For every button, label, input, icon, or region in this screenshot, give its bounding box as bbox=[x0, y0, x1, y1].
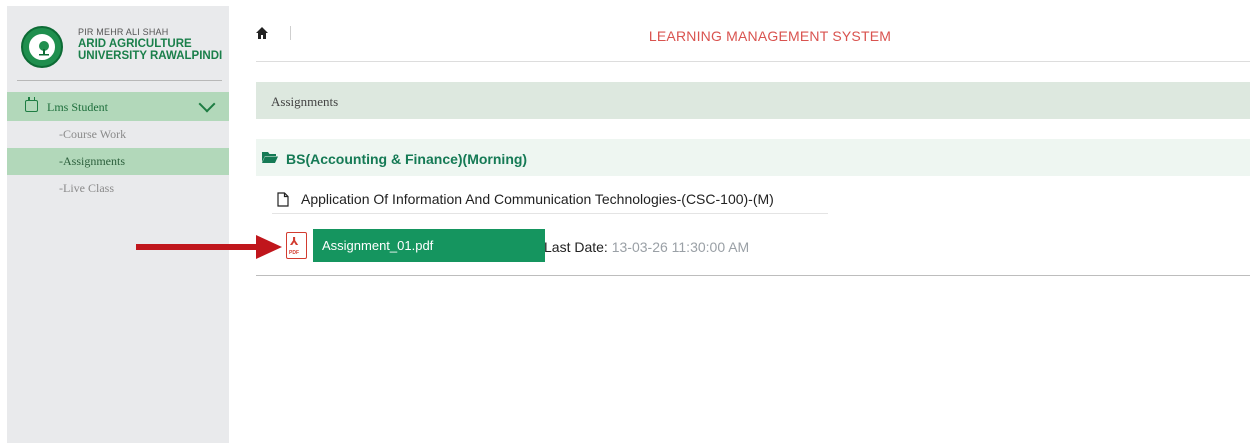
pdf-icon[interactable]: ⅄ PDF bbox=[286, 232, 307, 259]
calendar-icon bbox=[25, 97, 38, 112]
university-logo-icon bbox=[21, 26, 63, 68]
sidebar-item-label: -Live Class bbox=[59, 181, 114, 195]
course-item[interactable]: Application Of Information And Communica… bbox=[272, 187, 828, 214]
brand-divider bbox=[17, 80, 222, 81]
brand-line-1: PIR MEHR ALI SHAH bbox=[78, 27, 169, 37]
red-arrow-annotation bbox=[136, 235, 282, 259]
sidebar-section-label: Lms Student bbox=[47, 100, 109, 114]
home-icon[interactable] bbox=[255, 26, 269, 40]
sidebar-item-course-work[interactable]: -Course Work bbox=[7, 121, 229, 148]
course-label: Application Of Information And Communica… bbox=[301, 191, 774, 207]
sidebar-item-live-class[interactable]: -Live Class bbox=[7, 175, 229, 202]
brand-line-3: UNIVERSITY RAWALPINDI bbox=[78, 50, 223, 62]
last-date-value: 13-03-26 11:30:00 AM bbox=[611, 239, 750, 255]
program-label: BS(Accounting & Finance)(Morning) bbox=[286, 151, 528, 167]
breadcrumb: Assignments bbox=[256, 82, 1250, 119]
sidebar-item-assignments[interactable]: -Assignments bbox=[7, 148, 229, 175]
chevron-down-icon bbox=[198, 95, 216, 113]
assignment-file-button[interactable]: Assignment_01.pdf bbox=[313, 229, 545, 262]
folder-open-icon bbox=[262, 152, 278, 163]
header-rule bbox=[256, 61, 1250, 62]
brand-line-2: ARID AGRICULTURE bbox=[78, 38, 192, 50]
last-date-label: Last Date: bbox=[544, 239, 608, 255]
file-icon bbox=[277, 192, 289, 207]
sidebar-item-label: -Assignments bbox=[59, 154, 125, 168]
assignment-row: ⅄ PDF Assignment_01.pdf Last Date: 13-03… bbox=[256, 228, 1250, 276]
last-date: Last Date: 13-03-26 11:30:00 AM bbox=[544, 239, 749, 255]
program-header[interactable]: BS(Accounting & Finance)(Morning) bbox=[256, 139, 1250, 176]
breadcrumb-label: Assignments bbox=[271, 94, 339, 109]
sidebar-section-lms-student[interactable]: Lms Student bbox=[7, 92, 229, 121]
sidebar: PIR MEHR ALI SHAH ARID AGRICULTURE UNIVE… bbox=[7, 6, 229, 443]
university-brand[interactable]: PIR MEHR ALI SHAH ARID AGRICULTURE UNIVE… bbox=[7, 6, 229, 78]
sidebar-item-label: -Course Work bbox=[59, 127, 127, 141]
page-title: LEARNING MANAGEMENT SYSTEM bbox=[648, 28, 892, 44]
